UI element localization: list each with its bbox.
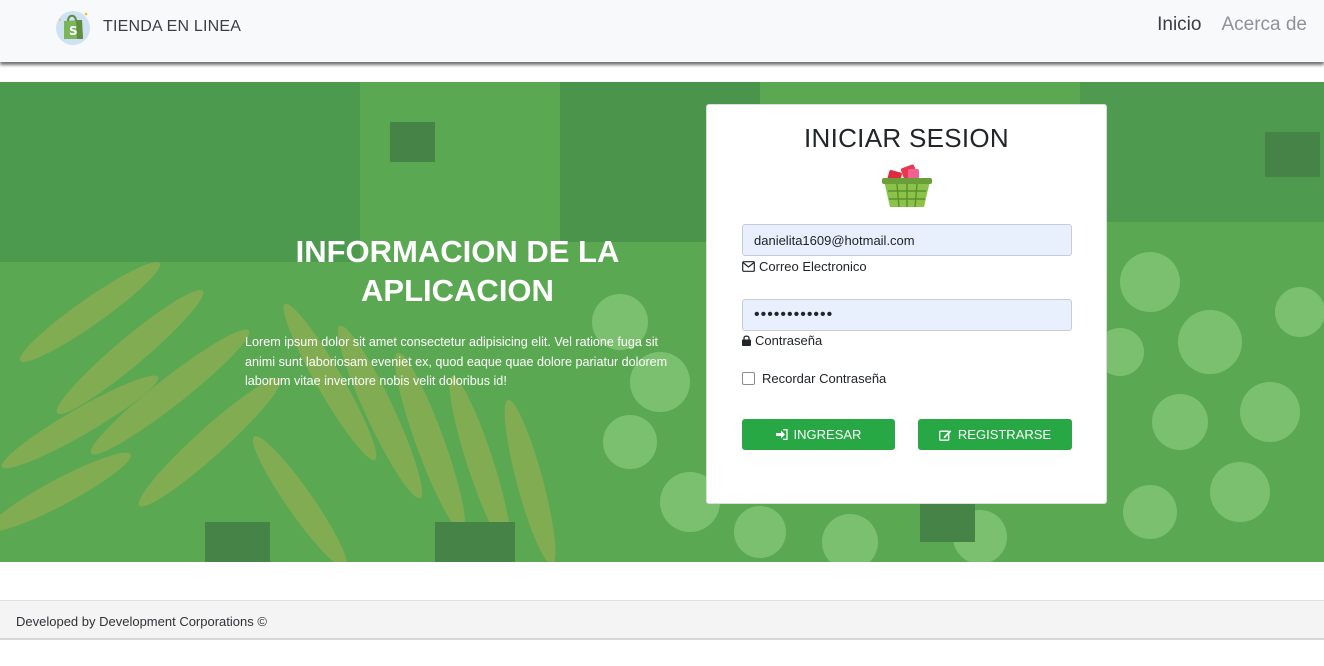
app-info: INFORMACION DE LA APLICACION Lorem ipsum… [245, 232, 670, 392]
password-input[interactable] [742, 299, 1072, 331]
shopify-bag-icon: S [54, 8, 92, 46]
edit-icon [938, 429, 952, 441]
password-help-text: Contraseña [755, 333, 823, 348]
info-text: Lorem ipsum dolor sit amet consectetur a… [245, 335, 668, 388]
login-button-label: INGRESAR [793, 427, 862, 442]
navbar: S TIENDA EN LINEA Inicio Acerca de [0, 0, 1324, 62]
nav-link-acerca-de[interactable]: Acerca de [1221, 14, 1307, 36]
remember-checkbox[interactable] [742, 372, 755, 385]
remember-label[interactable]: Recordar Contraseña [762, 371, 886, 386]
sign-in-icon [775, 429, 788, 440]
register-button-label: REGISTRARSE [957, 427, 1052, 442]
login-card: INICIAR SESION Correo Electronico [706, 104, 1107, 504]
svg-text:S: S [69, 24, 78, 38]
hero-section: INFORMACION DE LA APLICACION Lorem ipsum… [0, 82, 1324, 562]
login-button[interactable]: INGRESAR [742, 419, 895, 450]
email-input[interactable] [742, 224, 1072, 256]
lock-icon [742, 335, 751, 346]
footer: Developed by Development Corporations © [0, 600, 1324, 640]
nav-links: Inicio Acerca de [1157, 14, 1307, 36]
envelope-icon [742, 261, 755, 272]
login-title: INICIAR SESION [803, 123, 1009, 153]
password-help: Contraseña [742, 333, 822, 348]
info-title: INFORMACION DE LA APLICACION [295, 234, 620, 308]
email-help: Correo Electronico [742, 259, 867, 274]
brand-link[interactable]: S TIENDA EN LINEA [54, 8, 241, 46]
remember-row: Recordar Contraseña [742, 371, 886, 386]
shopping-basket-icon [882, 164, 932, 208]
brand-name: TIENDA EN LINEA [103, 18, 242, 35]
email-help-text: Correo Electronico [759, 259, 867, 274]
nav-link-inicio[interactable]: Inicio [1157, 14, 1201, 36]
footer-text: Developed by Development Corporations © [16, 614, 267, 629]
register-button[interactable]: REGISTRARSE [918, 419, 1072, 450]
